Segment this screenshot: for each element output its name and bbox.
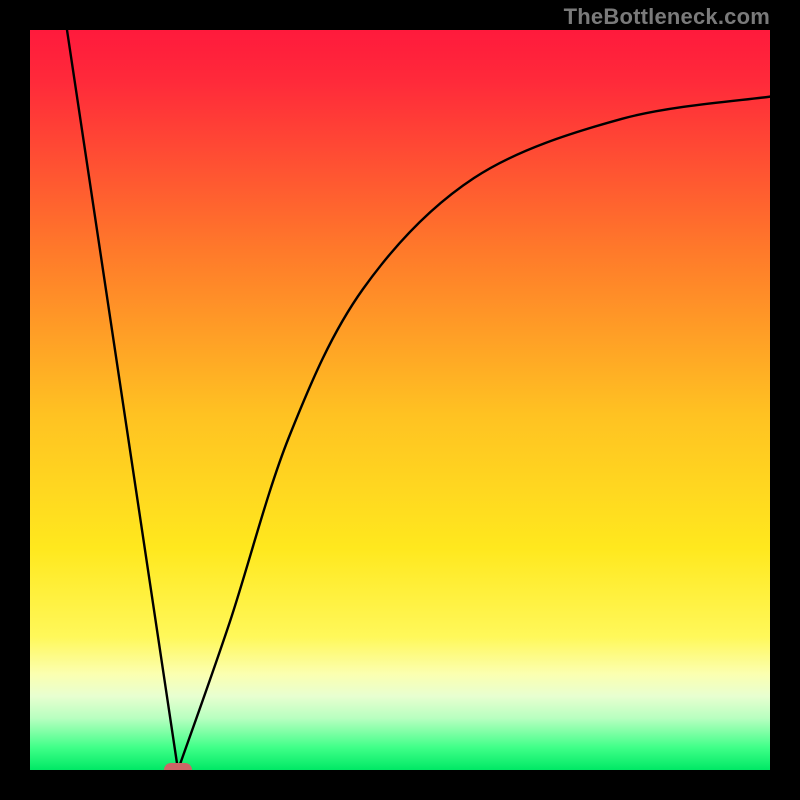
bottleneck-curve: [67, 30, 770, 770]
attribution-label: TheBottleneck.com: [564, 4, 770, 30]
curve-layer: [30, 30, 770, 770]
optimal-marker: [164, 763, 192, 770]
plot-area: [30, 30, 770, 770]
chart-container: TheBottleneck.com: [0, 0, 800, 800]
